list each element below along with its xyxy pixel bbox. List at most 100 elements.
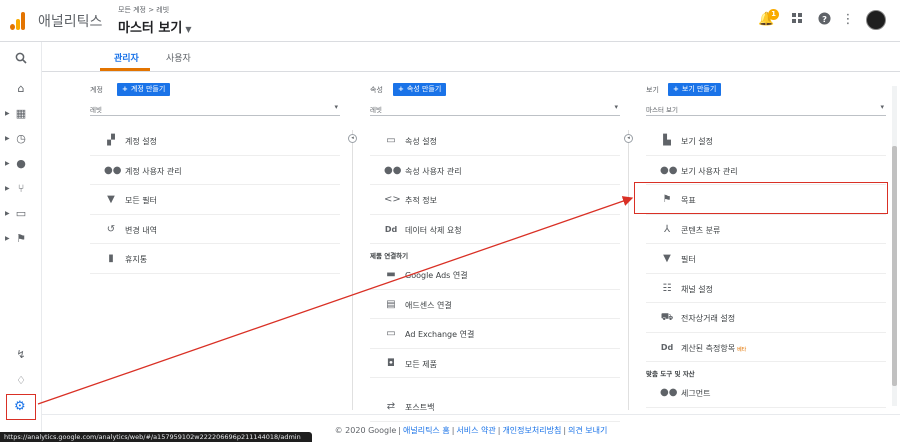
users-icon: ●● [384,164,402,176]
top-header: 애널리틱스 모든 계정 > 레빗 마스터 보기 ▼ 🔔 1 ? ⋮ [0,0,900,42]
breadcrumb[interactable]: 모든 계정 > 레빗 [118,5,169,15]
search-icon[interactable] [14,52,28,66]
view-item-content-grouping[interactable]: ⅄ 콘텐츠 분류 [646,215,886,244]
footer-link-analytics-home[interactable]: 애널리틱스 홈 [403,426,450,435]
avatar[interactable] [866,10,886,30]
footer-link-terms[interactable]: 서비스 약관 [456,426,495,435]
property-selector[interactable]: 레빗 ▾ [370,102,620,116]
view-selected: 마스터 보기 [646,106,678,114]
personal-tools-heading: 맞춤 도구 및 자산 [646,370,695,378]
account-item-settings[interactable]: ▞ 계정 설정 [90,126,340,156]
analytics-logo-icon[interactable] [10,12,26,30]
adsense-icon: ▤ [386,298,396,310]
window-icon: ▭ [386,135,396,146]
view-item-segments[interactable]: ●● 세그먼트 [646,378,886,408]
account-item-user-management[interactable]: ●● 계정 사용자 관리 [90,156,340,185]
scrollbar-thumb[interactable] [892,146,897,386]
lightbulb-icon[interactable]: ♢ [14,374,28,388]
property-item-all-products[interactable]: ◘ 모든 제품 [370,349,620,378]
view-label: 보기 [646,86,659,94]
tab-admin[interactable]: 관리자 [114,51,139,64]
create-view-button[interactable]: + 보기 만들기 [668,83,722,96]
behavior-icon[interactable]: ▭ [14,207,28,221]
dropdown-arrow-icon: ▾ [334,103,338,111]
property-item-settings[interactable]: ▭ 속성 설정 [370,126,620,156]
property-item-tracking-info[interactable]: <> 추적 정보 [370,185,620,215]
history-icon: ↺ [106,223,116,235]
view-selector-dropdown[interactable]: 마스터 보기 ▾ [646,102,886,116]
cart-icon: ⛟ [660,312,674,323]
property-item-user-management[interactable]: ●● 속성 사용자 관리 [370,156,620,185]
view-selector[interactable]: 마스터 보기 ▼ [118,17,191,36]
view-item-channel-settings[interactable]: ☷ 채널 설정 [646,274,886,303]
dropdown-arrow-icon: ▾ [880,103,884,111]
doc-icon: ▙ [663,135,671,146]
help-icon[interactable]: ? [816,12,832,28]
account-label: 계정 [90,86,103,94]
app-name[interactable]: 애널리틱스 [38,11,102,31]
property-item-adsense[interactable]: ▤ 애드센스 연결 [370,290,620,319]
account-selector[interactable]: 레빗 ▾ [90,102,340,116]
admin-tabs: 관리자 사용자 [42,42,900,72]
property-label: 속성 [370,86,383,94]
view-item-ecommerce-settings[interactable]: ⛟ 전자상거래 설정 [646,303,886,333]
apps-grid-icon[interactable] [789,12,805,28]
dd-icon: Dd [660,342,674,352]
account-item-filters[interactable]: ▼ 모든 필터 [90,185,340,215]
product-linking-heading: 제품 연결하기 [370,252,409,260]
flag-icon[interactable]: ⚑ [14,232,28,246]
tab-user[interactable]: 사용자 [166,51,191,64]
view-item-calculated-metrics[interactable]: Dd 계산된 측정항목 베타 [646,333,886,362]
filter-icon: ▼ [107,194,115,205]
view-title: 마스터 보기 [118,21,183,36]
person-icon[interactable]: ● [14,157,28,171]
create-property-button[interactable]: + 속성 만들기 [393,83,447,96]
footer-link-feedback[interactable]: 의견 보내기 [568,426,607,435]
property-item-ad-exchange[interactable]: ▭ Ad Exchange 연결 [370,319,620,349]
account-item-trash[interactable]: ▮ 휴지통 [90,244,340,274]
active-tab-indicator [100,68,150,71]
view-item-settings[interactable]: ▙ 보기 설정 [646,126,886,156]
expand-arrow-icon[interactable]: ▶ [5,235,10,242]
segment-icon: ●● [660,387,678,398]
dd-icon: Dd [384,224,398,234]
postback-icon: ⇄ [386,401,396,412]
property-item-google-ads[interactable]: ▬ Google Ads 연결 [370,260,620,290]
building-icon: ▞ [107,135,115,146]
clock-icon[interactable]: ◷ [14,132,28,146]
expand-arrow-icon[interactable]: ▶ [5,110,10,117]
view-column: 보기 + 보기 만들기 마스터 보기 ▾ ▙ 보기 설정 ●● 보기 사용자 관리 ⚑… [646,80,886,410]
view-item-filters[interactable]: ▼ 필터 [646,244,886,274]
collapse-toggle-icon[interactable]: ◂ [348,134,357,143]
property-column: 속성 + 속성 만들기 레빗 ▾ ▭ 속성 설정 ●● 속성 사용자 관리 <> 추적 … [370,80,620,422]
expand-arrow-icon[interactable]: ▶ [5,160,10,167]
property-selected: 레빗 [370,106,382,114]
browser-status-url: https://analytics.google.com/analytics/w… [0,432,312,442]
expand-arrow-icon[interactable]: ▶ [5,185,10,192]
view-item-user-management[interactable]: ●● 보기 사용자 관리 [646,156,886,185]
gear-icon[interactable]: ⚙ [14,399,26,414]
account-selected: 레빗 [90,106,102,114]
expand-arrow-icon[interactable]: ▶ [5,135,10,142]
attribution-icon[interactable]: ↯ [14,348,28,362]
create-account-button[interactable]: + 계정 만들기 [117,83,171,96]
admin-gear-highlight[interactable]: ⚙ [6,394,36,420]
home-icon[interactable]: ⌂ [14,82,28,96]
footer-link-privacy[interactable]: 개인정보처리방침 [502,426,561,435]
expand-arrow-icon[interactable]: ▶ [5,210,10,217]
account-item-change-history[interactable]: ↺ 변경 내역 [90,215,340,244]
filter-icon: ▼ [663,253,671,264]
grouping-icon: ⅄ [663,223,671,235]
code-icon: <> [384,194,401,205]
dashboard-icon[interactable]: ▦ [14,107,28,121]
products-icon: ◘ [387,357,395,369]
more-vert-icon[interactable]: ⋮ [840,12,856,28]
dropdown-arrow-icon: ▾ [614,103,618,111]
collapse-toggle-icon[interactable]: ◂ [624,134,633,143]
property-item-data-deletion[interactable]: Dd 데이터 삭제 요청 [370,215,620,244]
acquisition-icon[interactable]: ⑂ [14,182,28,196]
users-icon: ●● [104,164,122,176]
column-divider [352,130,353,410]
plus-icon: + [398,85,404,93]
scrollbar[interactable] [892,86,897,406]
